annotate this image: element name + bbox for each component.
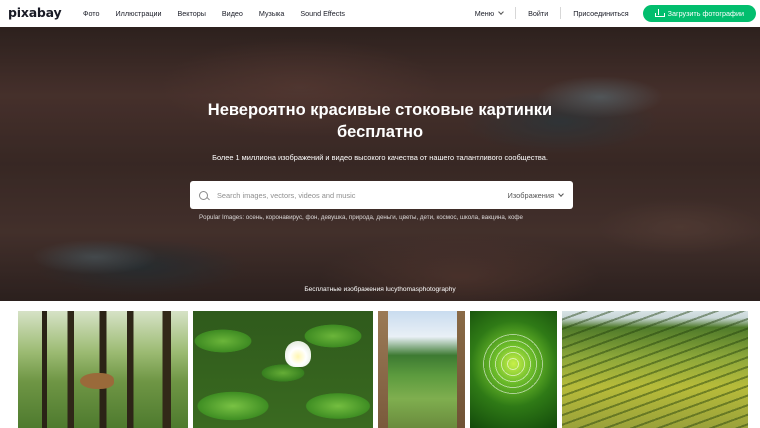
- hero-title: Невероятно красивые стоковые картинки бе…: [207, 101, 553, 141]
- upload-button[interactable]: Загрузить фотографии: [642, 4, 756, 22]
- chevron-down-icon: [558, 190, 564, 197]
- upload-label: Загрузить фотографии: [667, 8, 744, 18]
- thumb-spider-web[interactable]: [470, 311, 557, 428]
- nav-video[interactable]: Видео: [222, 9, 243, 18]
- menu-dropdown[interactable]: Меню: [474, 8, 504, 18]
- nav-music[interactable]: Музыка: [259, 9, 284, 18]
- search-type-dropdown[interactable]: Изображения: [507, 190, 564, 200]
- image-credit[interactable]: Бесплатные изображения lucythomasphotogr…: [230, 286, 530, 293]
- popular-tag-list[interactable]: осень, коронавирус, фон, девушка, природ…: [246, 214, 523, 221]
- pixabay-logo[interactable]: pixabay: [8, 5, 62, 20]
- join-link[interactable]: Присоединиться: [573, 9, 628, 18]
- search-input[interactable]: [217, 190, 508, 200]
- header-divider: [560, 7, 562, 19]
- web-shape: [483, 334, 543, 394]
- thumb-landscape-view[interactable]: [378, 311, 465, 428]
- header-divider: [515, 7, 517, 19]
- nav-photos[interactable]: Фото: [83, 9, 100, 18]
- thumb-deer-forest[interactable]: [18, 311, 188, 428]
- top-header: pixabay Фото Иллюстрации Векторы Видео М…: [0, 0, 760, 26]
- thumb-water-lily[interactable]: [193, 311, 373, 428]
- thumb-rice-terraces[interactable]: [562, 311, 748, 428]
- hero-banner: Невероятно красивые стоковые картинки бе…: [0, 27, 760, 301]
- search-bar: Изображения: [190, 181, 573, 209]
- popular-tags: Popular Images: осень, коронавирус, фон,…: [199, 214, 579, 221]
- nav-sound-effects[interactable]: Sound Effects: [300, 9, 345, 18]
- menu-label: Меню: [474, 8, 495, 18]
- main-nav: Фото Иллюстрации Векторы Видео Музыка So…: [83, 0, 361, 26]
- hero-subtitle: Более 1 миллиона изображений и видео выс…: [212, 153, 548, 162]
- nav-vectors[interactable]: Векторы: [178, 9, 206, 18]
- chevron-down-icon: [498, 8, 504, 15]
- header-actions: Меню Войти Присоединиться Загрузить фото…: [475, 0, 756, 26]
- image-grid: [0, 311, 760, 428]
- upload-icon: [654, 9, 665, 17]
- nav-illustrations[interactable]: Иллюстрации: [116, 9, 162, 18]
- login-link[interactable]: Войти: [528, 9, 548, 18]
- lily-shape: [285, 341, 311, 367]
- search-type-label: Изображения: [507, 190, 554, 200]
- popular-label: Popular Images:: [199, 214, 245, 221]
- deer-shape: [80, 373, 114, 389]
- hero-content: Невероятно красивые стоковые картинки бе…: [0, 27, 760, 301]
- search-icon[interactable]: [199, 190, 208, 200]
